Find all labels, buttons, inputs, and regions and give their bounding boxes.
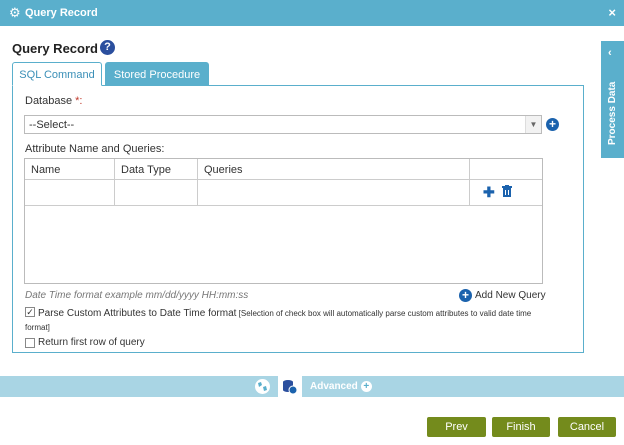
column-header-name: Name	[25, 159, 115, 179]
database-select[interactable]: --Select-- ▼	[24, 115, 542, 134]
bottom-toolbar: Advanced +	[0, 376, 624, 397]
tab-sql-command[interactable]: SQL Command	[12, 62, 102, 86]
parse-option-label: Parse Custom Attributes to Date Time for…	[38, 308, 237, 319]
table-header: Name Data Type Queries	[25, 159, 542, 180]
delete-icon[interactable]	[502, 185, 512, 197]
window-title: Query Record	[25, 7, 98, 19]
parse-option-text: Parse Custom Attributes to Date Time for…	[25, 307, 555, 335]
name-cell[interactable]	[25, 180, 115, 205]
attributes-table: Name Data Type Queries ✚	[24, 158, 543, 284]
chevron-left-icon: ‹	[608, 47, 612, 59]
first-row-checkbox[interactable]	[25, 338, 35, 348]
globe-icon[interactable]	[254, 378, 271, 395]
database-icon	[283, 380, 298, 395]
column-header-label: Queries	[204, 164, 243, 176]
add-new-query-link[interactable]: + Add New Query	[459, 289, 546, 302]
datetime-format-hint: Date Time format example mm/dd/yyyy HH:m…	[25, 290, 249, 301]
database-label: Database *:	[25, 95, 83, 107]
column-header-label: Name	[31, 164, 61, 176]
table-row: ✚	[25, 180, 542, 206]
database-label-text: Database	[25, 95, 76, 107]
close-icon[interactable]: ×	[608, 5, 616, 21]
database-select-value: --Select--	[29, 119, 75, 131]
prev-button[interactable]: Prev	[427, 417, 486, 437]
first-row-label: Return first row of query	[38, 337, 145, 348]
page-title: Query Record	[12, 41, 98, 56]
queries-cell[interactable]	[198, 180, 470, 205]
process-data-label: Process Data	[607, 81, 618, 145]
gear-icon: ⚙	[9, 5, 21, 20]
add-circle-icon: +	[459, 289, 472, 302]
attributes-label: Attribute Name and Queries:	[25, 143, 165, 155]
advanced-toggle[interactable]: Advanced +	[310, 381, 372, 392]
plus-circle-icon: +	[360, 381, 372, 392]
required-marker: *:	[75, 95, 83, 107]
add-new-query-label: Add New Query	[475, 290, 546, 302]
column-header-queries: Queries	[198, 159, 470, 179]
finish-button[interactable]: Finish	[492, 417, 550, 437]
database-icon-tab[interactable]	[278, 376, 302, 397]
data-type-cell[interactable]	[115, 180, 198, 205]
tab-stored-procedure[interactable]: Stored Procedure	[105, 62, 209, 86]
parse-datetime-checkbox[interactable]: ✓	[25, 307, 35, 317]
add-row-icon[interactable]: ✚	[483, 185, 495, 199]
chevron-down-icon: ▼	[525, 116, 541, 133]
help-icon[interactable]: ?	[100, 40, 115, 55]
cancel-button[interactable]: Cancel	[558, 417, 616, 437]
column-header-label: Data Type	[121, 164, 171, 176]
advanced-label: Advanced	[310, 381, 358, 393]
add-database-icon[interactable]: +	[546, 118, 559, 131]
process-data-panel-toggle[interactable]: ‹ Process Data	[601, 41, 624, 158]
column-header-data-type: Data Type	[115, 159, 198, 179]
window-titlebar: ⚙ Query Record ×	[0, 0, 624, 26]
